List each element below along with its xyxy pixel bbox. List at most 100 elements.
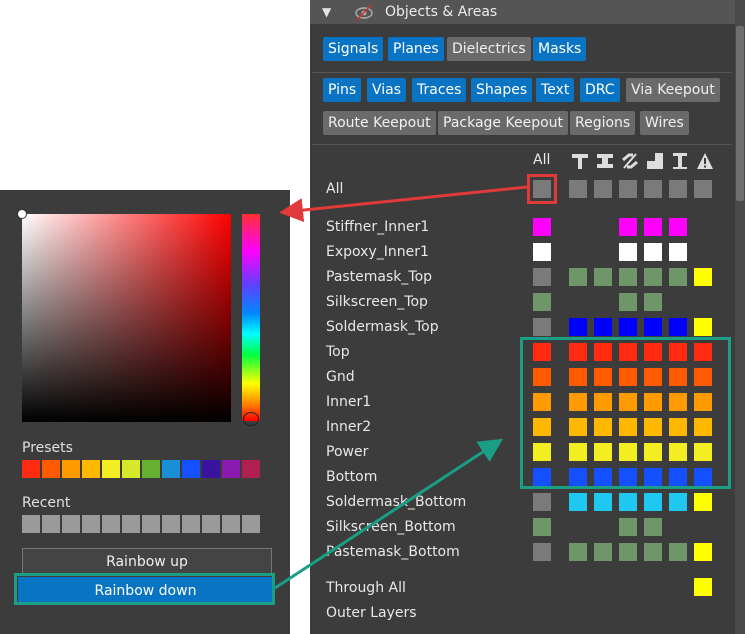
- recent-color-swatch[interactable]: [62, 515, 80, 533]
- hue-slider[interactable]: [242, 214, 260, 421]
- recent-color-swatch[interactable]: [102, 515, 120, 533]
- layer-color-swatch[interactable]: [694, 318, 712, 336]
- layer-all-color-swatch[interactable]: [533, 268, 551, 286]
- layer-all-color-swatch[interactable]: [533, 293, 551, 311]
- layer-color-swatch[interactable]: [619, 268, 637, 286]
- filter-shapes-button[interactable]: Shapes: [471, 78, 533, 102]
- layer-color-swatch[interactable]: [694, 543, 712, 561]
- layer-color-swatch[interactable]: [619, 518, 637, 536]
- recent-color-swatch[interactable]: [162, 515, 180, 533]
- layer-color-swatch[interactable]: [594, 268, 612, 286]
- layer-color-swatch[interactable]: [619, 293, 637, 311]
- layer-color-swatch[interactable]: [669, 268, 687, 286]
- layer-color-swatch[interactable]: [669, 493, 687, 511]
- recent-color-swatch[interactable]: [242, 515, 260, 533]
- panel-scroll-thumb[interactable]: [736, 26, 744, 201]
- filter-traces-button[interactable]: Traces: [412, 78, 467, 102]
- layer-color-swatch[interactable]: [644, 493, 662, 511]
- layer-color-swatch[interactable]: [644, 318, 662, 336]
- filter-masks-button[interactable]: Masks: [533, 37, 587, 61]
- layer-color-swatch[interactable]: [594, 493, 612, 511]
- preset-color-swatch[interactable]: [242, 460, 260, 478]
- preset-color-swatch[interactable]: [102, 460, 120, 478]
- layer-color-swatch[interactable]: [644, 243, 662, 261]
- layer-all-color-swatch[interactable]: [533, 518, 551, 536]
- preset-color-swatch[interactable]: [202, 460, 220, 478]
- layer-color-swatch[interactable]: [669, 243, 687, 261]
- recent-color-swatch[interactable]: [202, 515, 220, 533]
- layer-all-color-swatch[interactable]: [533, 493, 551, 511]
- layer-label: Inner1: [326, 394, 372, 410]
- layer-color-swatch[interactable]: [619, 318, 637, 336]
- layer-color-swatch[interactable]: [694, 268, 712, 286]
- layer-color-swatch[interactable]: [569, 180, 587, 198]
- color-selector-handle[interactable]: [17, 209, 27, 219]
- recent-color-swatch[interactable]: [122, 515, 140, 533]
- layer-label: Silkscreen_Top: [326, 294, 428, 310]
- preset-color-swatch[interactable]: [42, 460, 60, 478]
- hue-slider-handle[interactable]: [243, 412, 259, 426]
- layer-color-swatch[interactable]: [644, 293, 662, 311]
- layer-color-swatch[interactable]: [619, 493, 637, 511]
- objects-areas-header[interactable]: ▼ Objects & Areas: [310, 0, 735, 24]
- layer-color-swatch[interactable]: [669, 180, 687, 198]
- layer-color-swatch[interactable]: [644, 268, 662, 286]
- layer-all-color-swatch[interactable]: [533, 543, 551, 561]
- layer-all-color-swatch[interactable]: [533, 218, 551, 236]
- layer-color-swatch[interactable]: [619, 243, 637, 261]
- filter-text-button[interactable]: Text: [536, 78, 575, 102]
- preset-color-swatch[interactable]: [62, 460, 80, 478]
- recent-color-swatch[interactable]: [222, 515, 240, 533]
- layer-color-swatch[interactable]: [594, 318, 612, 336]
- filter-planes-button[interactable]: Planes: [388, 37, 444, 61]
- layer-color-swatch[interactable]: [644, 543, 662, 561]
- layer-all-color-swatch[interactable]: [533, 318, 551, 336]
- preset-color-swatch[interactable]: [222, 460, 240, 478]
- collapse-triangle-icon[interactable]: ▼: [322, 5, 331, 19]
- layer-color-swatch[interactable]: [644, 218, 662, 236]
- recent-color-swatch[interactable]: [22, 515, 40, 533]
- layer-color-swatch[interactable]: [594, 543, 612, 561]
- layer-color-swatch[interactable]: [619, 218, 637, 236]
- layer-color-swatch[interactable]: [694, 180, 712, 198]
- filter-wires-button[interactable]: Wires: [640, 111, 689, 135]
- visibility-eye-icon[interactable]: [354, 2, 374, 22]
- layer-color-swatch[interactable]: [619, 543, 637, 561]
- recent-color-swatch[interactable]: [42, 515, 60, 533]
- preset-color-swatch[interactable]: [162, 460, 180, 478]
- preset-color-swatch[interactable]: [142, 460, 160, 478]
- layer-color-swatch[interactable]: [644, 518, 662, 536]
- layer-color-swatch[interactable]: [569, 318, 587, 336]
- layer-color-swatch[interactable]: [669, 218, 687, 236]
- preset-color-swatch[interactable]: [182, 460, 200, 478]
- preset-color-swatch[interactable]: [22, 460, 40, 478]
- layer-color-swatch[interactable]: [694, 493, 712, 511]
- filter-via-keepout-button[interactable]: Via Keepout: [626, 78, 720, 102]
- layer-all-color-swatch[interactable]: [533, 243, 551, 261]
- saturation-value-area[interactable]: [22, 214, 231, 422]
- filter-drc-button[interactable]: DRC: [580, 78, 620, 102]
- layer-color-swatch[interactable]: [644, 180, 662, 198]
- filter-dielectrics-button[interactable]: Dielectrics: [447, 37, 531, 61]
- preset-color-swatch[interactable]: [122, 460, 140, 478]
- layer-color-swatch[interactable]: [569, 268, 587, 286]
- preset-color-swatch[interactable]: [82, 460, 100, 478]
- drc-warning-icon: [696, 152, 714, 170]
- recent-color-swatch[interactable]: [142, 515, 160, 533]
- filter-regions-button[interactable]: Regions: [570, 111, 636, 135]
- filter-pins-button[interactable]: Pins: [323, 78, 362, 102]
- layer-color-swatch[interactable]: [594, 180, 612, 198]
- filter-vias-button[interactable]: Vias: [367, 78, 407, 102]
- layer-color-swatch[interactable]: [569, 543, 587, 561]
- filter-route-keepout-button[interactable]: Route Keepout: [323, 111, 436, 135]
- through-all-swatch[interactable]: [694, 578, 712, 596]
- layer-color-swatch[interactable]: [569, 493, 587, 511]
- recent-color-swatch[interactable]: [82, 515, 100, 533]
- layer-color-swatch[interactable]: [619, 180, 637, 198]
- recent-color-swatch[interactable]: [182, 515, 200, 533]
- layer-color-swatch[interactable]: [669, 543, 687, 561]
- rainbow-up-button[interactable]: Rainbow up: [22, 548, 272, 576]
- layer-color-swatch[interactable]: [669, 318, 687, 336]
- filter-package-keepout-button[interactable]: Package Keepout: [438, 111, 569, 135]
- filter-signals-button[interactable]: Signals: [323, 37, 384, 61]
